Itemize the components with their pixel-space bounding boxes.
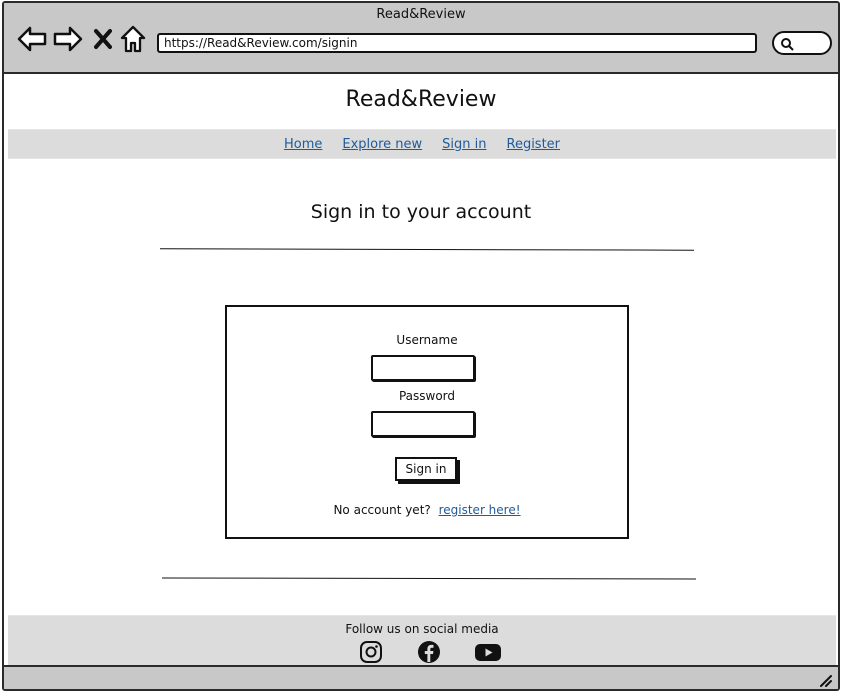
footer-text: Follow us on social media — [345, 622, 499, 636]
username-label: Username — [396, 333, 458, 347]
divider-top — [159, 248, 695, 251]
instagram-icon[interactable] — [358, 640, 384, 664]
site-title: Read&Review — [345, 87, 497, 112]
status-bar — [4, 665, 838, 689]
address-bar[interactable]: https://Read&Review.com/signin — [157, 33, 757, 53]
signin-form: Username Password Sign in No account yet… — [225, 305, 629, 539]
username-input[interactable] — [371, 355, 475, 381]
resize-grip-icon[interactable] — [818, 673, 832, 687]
register-prompt: No account yet? register here! — [227, 503, 627, 517]
home-icon[interactable] — [118, 23, 148, 55]
page-title: Sign in to your account — [310, 201, 532, 223]
close-x-icon[interactable] — [90, 23, 116, 55]
forward-arrow-icon[interactable] — [52, 23, 84, 55]
browser-window: Read&Review https://Read&Review.com/sign… — [2, 1, 840, 691]
back-arrow-icon[interactable] — [16, 23, 48, 55]
window-title: Read&Review — [376, 7, 466, 22]
browser-chrome: Read&Review https://Read&Review.com/sign… — [4, 3, 838, 74]
no-account-text: No account yet? — [333, 503, 431, 517]
youtube-icon[interactable] — [474, 640, 502, 664]
footer: Follow us on social media — [8, 615, 836, 667]
password-label: Password — [398, 389, 456, 403]
search-icon — [781, 38, 794, 51]
nav-register-link[interactable]: Register — [507, 137, 561, 152]
nav-signin-link[interactable]: Sign in — [442, 137, 486, 152]
nav-explore-link[interactable]: Explore new — [342, 137, 422, 152]
register-here-link[interactable]: register here! — [439, 503, 521, 517]
divider-bottom — [161, 577, 697, 580]
browser-search-button[interactable] — [772, 31, 832, 55]
nav-bar: Home Explore new Sign in Register — [8, 129, 836, 159]
password-input[interactable] — [371, 411, 475, 437]
signin-button[interactable]: Sign in — [395, 457, 457, 481]
nav-home-link[interactable]: Home — [284, 137, 322, 152]
facebook-icon[interactable] — [416, 640, 442, 664]
